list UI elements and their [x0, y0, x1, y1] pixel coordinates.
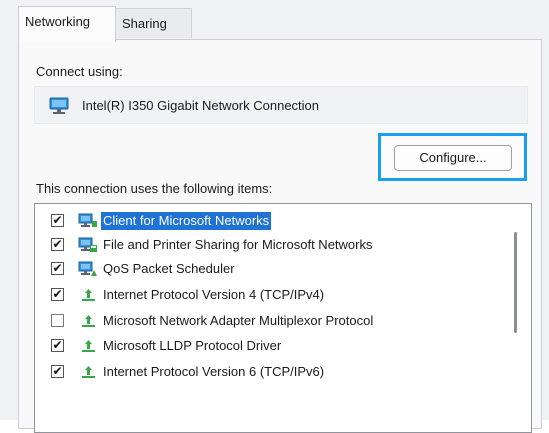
item-label: Microsoft Network Adapter Multiplexor Pr… [103, 313, 374, 328]
client-network-icon [78, 213, 97, 227]
configure-focus-outline: Configure... [378, 133, 527, 181]
list-item[interactable]: Microsoft Network Adapter Multiplexor Pr… [35, 309, 505, 333]
item-label: QoS Packet Scheduler [103, 261, 235, 276]
list-item[interactable]: ✔ Microsoft LLDP Protocol Driver [35, 334, 505, 358]
adapter-box: Intel(R) I350 Gigabit Network Connection [34, 86, 528, 124]
connect-using-label: Connect using: [36, 64, 123, 79]
item-checkbox[interactable] [51, 314, 64, 327]
item-checkbox[interactable]: ✔ [51, 288, 64, 301]
item-checkbox[interactable]: ✔ [51, 214, 64, 227]
items-label: This connection uses the following items… [36, 181, 273, 196]
tab-networking[interactable]: Networking [18, 6, 116, 42]
protocol-icon [82, 315, 95, 327]
network-adapter-icon [49, 97, 69, 114]
list-item[interactable]: ✔ Internet Protocol Version 4 (TCP/IPv4) [35, 283, 505, 307]
vertical-scrollbar-thumb[interactable] [514, 232, 517, 333]
item-checkbox[interactable]: ✔ [51, 339, 64, 352]
list-item[interactable]: ✔ File and Printer Sharing for Microsoft… [35, 233, 505, 257]
items-list[interactable]: ✔ Client for Microsoft Networks ✔ File a [34, 203, 532, 433]
file-printer-sharing-icon [78, 237, 97, 252]
configure-button[interactable]: Configure... [394, 145, 512, 171]
protocol-icon [82, 366, 95, 378]
item-label: Internet Protocol Version 4 (TCP/IPv4) [103, 287, 325, 302]
item-checkbox[interactable]: ✔ [51, 262, 64, 275]
tab-strip: Networking Sharing [18, 6, 538, 42]
qos-scheduler-icon [78, 261, 97, 276]
list-item[interactable]: ✔ Client for Microsoft Networks [35, 209, 505, 233]
protocol-icon [82, 289, 95, 301]
item-label: Microsoft LLDP Protocol Driver [103, 338, 282, 353]
adapter-name: Intel(R) I350 Gigabit Network Connection [82, 98, 320, 113]
networking-panel: Connect using: Intel(R) I350 Gigabit Net… [18, 39, 542, 433]
item-checkbox[interactable]: ✔ [51, 365, 64, 378]
item-label: Client for Microsoft Networks [101, 212, 272, 230]
protocol-icon [82, 340, 95, 352]
item-label: Internet Protocol Version 6 (TCP/IPv6) [103, 364, 325, 379]
tab-sharing[interactable]: Sharing [116, 8, 192, 38]
list-item[interactable]: ✔ Internet Protocol Version 6 (TCP/IPv6) [35, 360, 505, 384]
item-label: File and Printer Sharing for Microsoft N… [103, 237, 373, 252]
item-checkbox[interactable]: ✔ [51, 238, 64, 251]
list-item[interactable]: ✔ QoS Packet Scheduler [35, 257, 505, 281]
